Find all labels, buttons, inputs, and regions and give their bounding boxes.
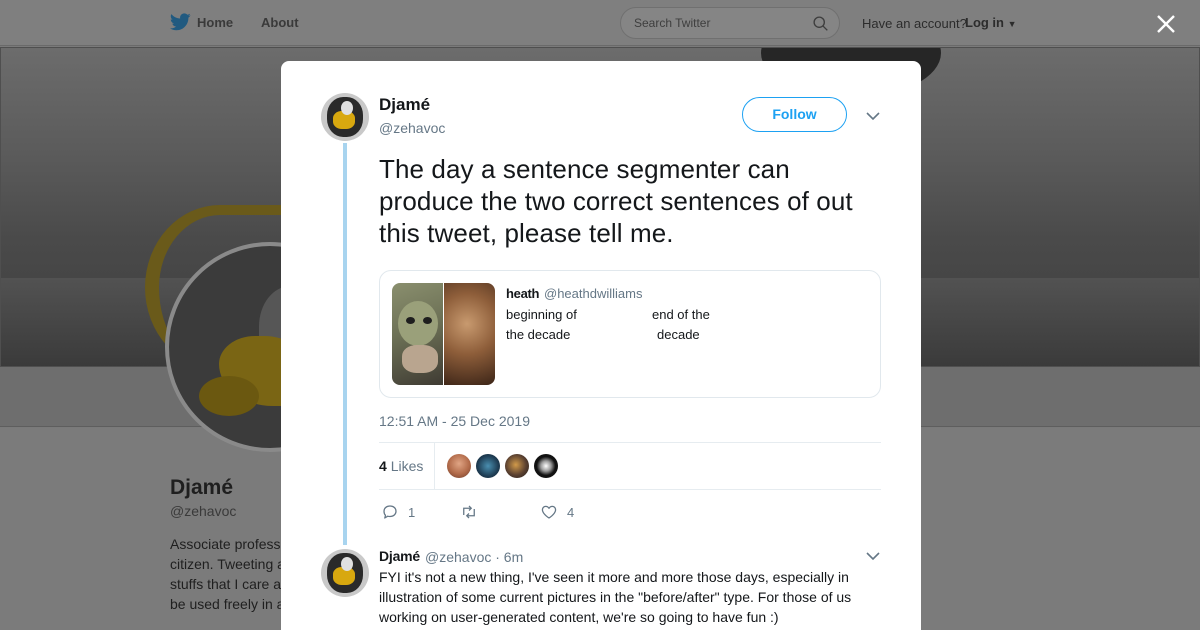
search-placeholder: Search Twitter <box>634 16 711 30</box>
profile-bio: Associate profess citizen. Tweeting a st… <box>170 534 285 614</box>
divider <box>379 489 881 490</box>
nav-about-link[interactable]: About <box>261 15 299 30</box>
retweet-icon <box>463 505 475 519</box>
like-count: 4 <box>567 504 575 520</box>
liker-avatar[interactable] <box>505 454 529 478</box>
thread-line <box>343 143 347 545</box>
nav-home-link[interactable]: Home <box>197 15 233 30</box>
search-icon[interactable] <box>812 15 829 32</box>
quoted-author-name: heath <box>506 286 540 301</box>
tweet-modal: Djamé @zehavoc Follow The day a sentence… <box>281 61 921 630</box>
quoted-text-right-2: decade <box>657 327 700 342</box>
reply-author-name[interactable]: Djamé <box>379 548 420 564</box>
twitter-bird-icon[interactable] <box>170 13 191 31</box>
chevron-down-icon[interactable] <box>865 548 881 564</box>
profile-bio-line: stuffs that I care a <box>170 576 282 592</box>
quoted-text-left-1: beginning of <box>506 307 577 322</box>
quoted-text-left-2: the decade <box>506 327 571 342</box>
quoted-tweet[interactable]: heath @heathdwilliams beginning of the d… <box>379 270 881 398</box>
liker-avatar[interactable] <box>534 454 558 478</box>
caret-down-icon: ▼ <box>1007 19 1017 29</box>
liker-avatar[interactable] <box>447 454 471 478</box>
reply-author-avatar[interactable] <box>321 549 369 597</box>
author-handle[interactable]: @zehavoc <box>379 120 445 136</box>
divider <box>434 443 435 490</box>
reply-author-handle[interactable]: @zehavoc <box>425 549 491 565</box>
close-icon[interactable] <box>1155 13 1177 35</box>
profile-name: Djamé <box>170 476 234 499</box>
quoted-author-handle: @heathdwilliams <box>544 286 643 301</box>
search-input[interactable]: Search Twitter <box>620 7 840 39</box>
liker-avatar[interactable] <box>476 454 500 478</box>
have-account-text: Have an account? <box>862 16 967 31</box>
login-label: Log in <box>965 15 1004 30</box>
tweet-timestamp[interactable]: 12:51 AM - 25 Dec 2019 <box>379 413 530 429</box>
like-action[interactable]: 4 <box>540 503 574 521</box>
reply-count: 1 <box>408 504 416 520</box>
profile-bio-line: citizen. Tweeting a <box>170 556 285 572</box>
author-name[interactable]: Djamé <box>379 95 430 115</box>
reply-action[interactable]: 1 <box>381 503 415 521</box>
quoted-image-old-yoda[interactable] <box>444 283 495 385</box>
top-nav-bar: Home About Search Twitter Have an accoun… <box>0 0 1200 46</box>
likes-label: Likes <box>390 458 424 474</box>
heart-icon <box>541 505 557 519</box>
profile-handle: @zehavoc <box>170 503 237 519</box>
reply-time[interactable]: · 6m <box>495 549 523 565</box>
divider <box>379 442 881 443</box>
chevron-down-icon[interactable] <box>865 108 881 124</box>
likes-count: 4 <box>379 458 387 474</box>
reply-author-meta: @zehavoc · 6m <box>425 549 523 565</box>
quoted-text-right-1: end of the <box>652 307 710 322</box>
reply-text: FYI it's not a new thing, I've seen it m… <box>379 569 852 625</box>
retweet-action[interactable] <box>460 503 478 521</box>
likes-stat[interactable]: 4 Likes <box>379 458 423 474</box>
profile-bio-line: be used freely in a <box>170 596 285 612</box>
tweet-text: The day a sentence segmenter can produce… <box>379 154 853 248</box>
follow-button[interactable]: Follow <box>742 97 847 132</box>
quoted-image-baby-yoda[interactable] <box>392 283 443 385</box>
author-avatar[interactable] <box>321 93 369 141</box>
profile-bio-line: Associate profess <box>170 536 281 552</box>
login-link[interactable]: Log in ▼ <box>965 15 1017 30</box>
reply-icon <box>383 505 397 519</box>
